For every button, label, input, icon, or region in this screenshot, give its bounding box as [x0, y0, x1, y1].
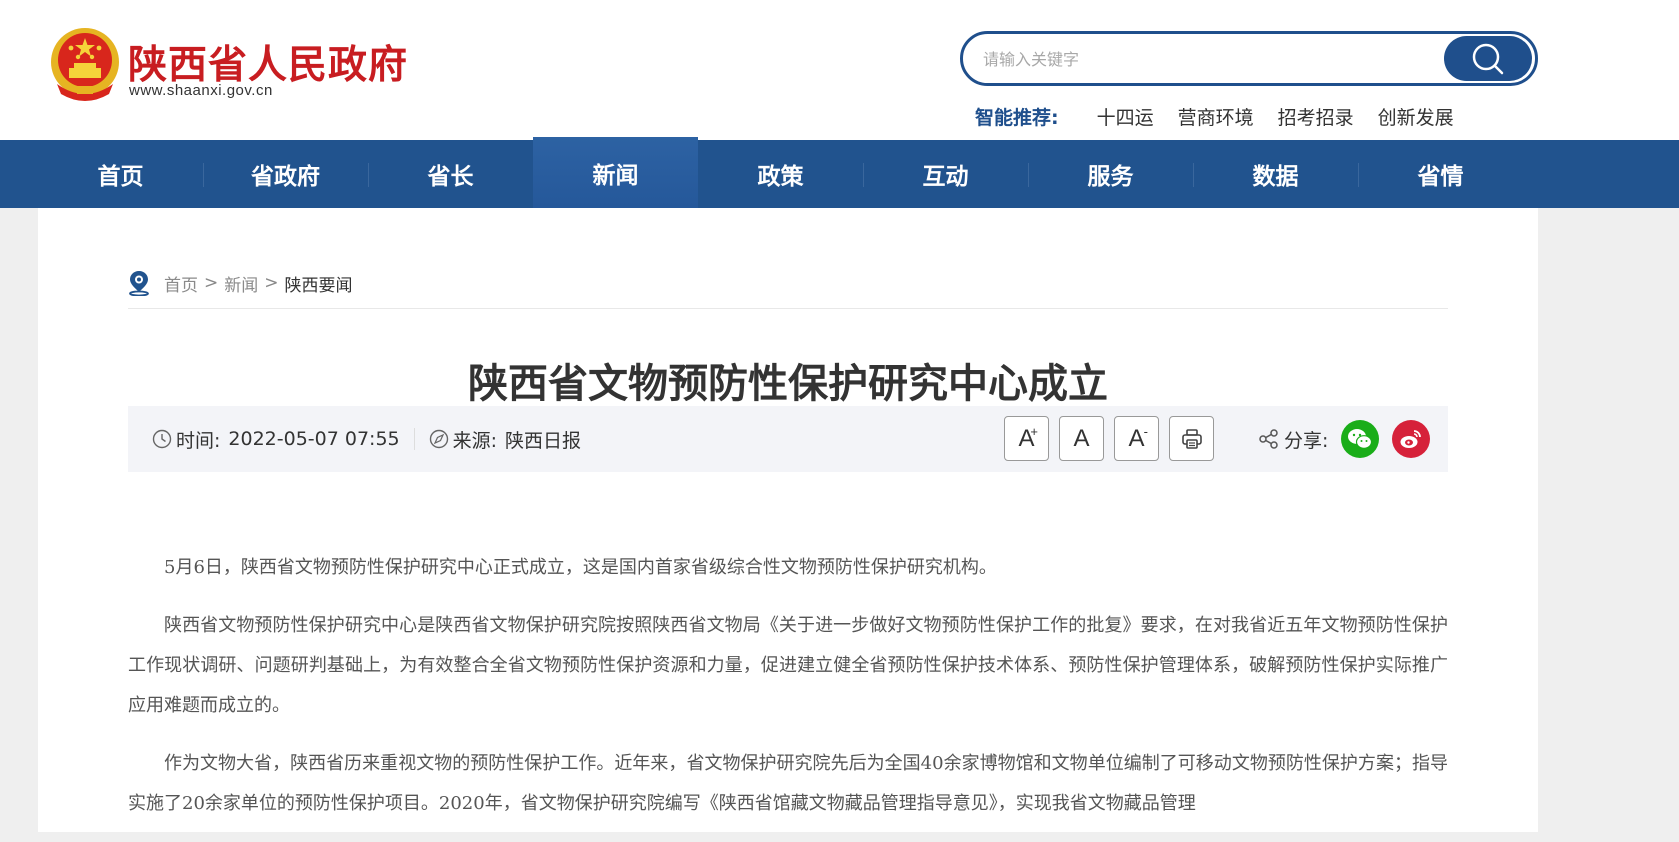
smart-recommend: 智能推荐: 十四运 营商环境 招考招录 创新发展 — [975, 103, 1478, 130]
article-paragraph: 陕西省文物预防性保护研究中心是陕西省文物保护研究院按照陕西省文物局《关于进一步做… — [128, 615, 1448, 716]
nav-item-home[interactable]: 首页 — [38, 140, 203, 208]
source-value: 陕西日报 — [505, 429, 582, 452]
font-normal-label: A — [1073, 424, 1090, 452]
nav-item-province-info[interactable]: 省情 — [1358, 140, 1523, 208]
site-header: 陕西省人民政府 www.shaanxi.gov.cn 智能推荐: 十四运 营商环… — [0, 0, 1679, 140]
share-icon — [1259, 429, 1278, 449]
search-input[interactable] — [983, 44, 1423, 74]
font-larger-button[interactable]: A + — [1004, 416, 1049, 461]
wechat-icon — [1348, 429, 1373, 449]
time-label: 时间: — [176, 429, 221, 452]
nav-item-services[interactable]: 服务 — [1028, 140, 1193, 208]
article-title: 陕西省文物预防性保护研究中心成立 — [468, 361, 1108, 407]
nav-item-governor[interactable]: 省长 — [368, 140, 533, 208]
article-paragraph: 作为文物大省，陕西省历来重视文物的预防性保护工作。近年来，省文物保护研究院先后为… — [128, 753, 1448, 814]
publish-time: 2022-05-07 07:55 — [228, 428, 400, 450]
source-label: 来源: — [452, 429, 498, 452]
recommend-link[interactable]: 招考招录 — [1278, 103, 1354, 130]
site-url: www.shaanxi.gov.cn — [129, 82, 273, 99]
breadcrumb: 首页 > 新闻 > 陕西要闻 — [128, 270, 353, 296]
breadcrumb-news[interactable]: 新闻 — [224, 271, 258, 296]
article-body: 5月6日，陕西省文物预防性保护研究中心正式成立，这是国内首家省级综合性文物预防性… — [128, 548, 1448, 842]
article-tools: A + A A- — [1004, 416, 1214, 461]
nav-item-interaction[interactable]: 互动 — [863, 140, 1028, 208]
plus-sup: + — [1030, 424, 1038, 439]
recommend-link[interactable]: 营商环境 — [1178, 103, 1254, 130]
article-meta-bar: 时间: 2022-05-07 07:55 来源: 陕西日报 A + A A- 分… — [128, 406, 1448, 472]
share-label: 分享: — [1284, 429, 1329, 452]
font-normal-button[interactable]: A — [1059, 416, 1104, 461]
font-smaller-label: A — [1128, 424, 1145, 452]
breadcrumb-separator: > — [204, 273, 219, 293]
recommend-link[interactable]: 创新发展 — [1378, 103, 1454, 130]
breadcrumb-home[interactable]: 首页 — [164, 271, 198, 296]
main-nav: 首页 省政府 省长 新闻 政策 互动 服务 数据 省情 — [0, 137, 1679, 208]
share-wechat-button[interactable] — [1341, 420, 1380, 458]
nav-item-policy[interactable]: 政策 — [698, 140, 863, 208]
search-button[interactable] — [1444, 36, 1532, 81]
nav-item-news[interactable]: 新闻 — [533, 137, 698, 208]
font-smaller-button[interactable]: A- — [1114, 416, 1159, 461]
compass-icon — [429, 429, 449, 449]
breadcrumb-divider — [128, 308, 1448, 309]
breadcrumb-current[interactable]: 陕西要闻 — [285, 271, 353, 296]
search-box — [960, 31, 1538, 86]
content-area: 首页 > 新闻 > 陕西要闻 陕西省文物预防性保护研究中心成立 时间: 2022… — [38, 208, 1538, 832]
print-button[interactable] — [1169, 416, 1214, 461]
breadcrumb-separator: > — [264, 273, 279, 293]
article-paragraph: 5月6日，陕西省文物预防性保护研究中心正式成立，这是国内首家省级综合性文物预防性… — [164, 557, 997, 578]
meta-divider — [413, 428, 415, 450]
printer-icon — [1181, 428, 1202, 449]
weibo-icon — [1400, 430, 1422, 448]
nav-item-government[interactable]: 省政府 — [203, 140, 368, 208]
share-bar: 分享: — [1258, 406, 1431, 472]
recommend-label: 智能推荐: — [975, 107, 1059, 129]
national-emblem-logo[interactable] — [47, 26, 123, 102]
search-icon — [1472, 43, 1504, 74]
minus-sup: - — [1143, 424, 1148, 439]
location-pin-icon — [129, 271, 149, 296]
nav-item-data[interactable]: 数据 — [1193, 140, 1358, 208]
recommend-link[interactable]: 十四运 — [1097, 103, 1154, 130]
clock-icon — [152, 429, 172, 449]
share-weibo-button[interactable] — [1392, 420, 1431, 458]
